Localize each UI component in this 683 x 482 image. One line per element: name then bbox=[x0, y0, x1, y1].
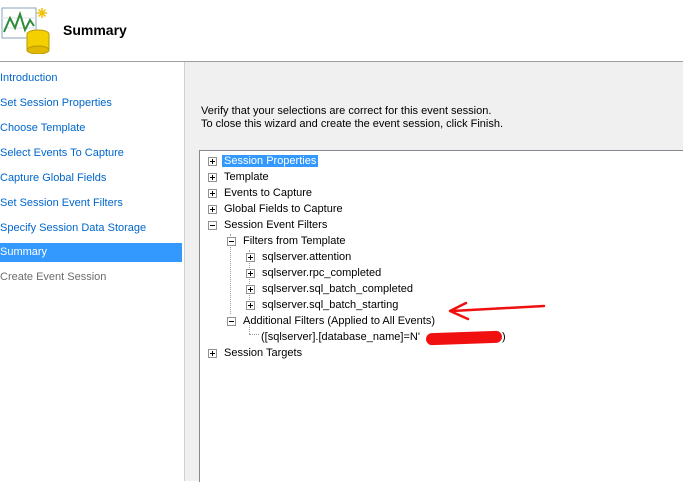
tree-node-global-fields[interactable]: Global Fields to Capture bbox=[208, 201, 343, 217]
main-panel: Verify that your selections are correct … bbox=[185, 62, 683, 482]
tree-node-filter-attention[interactable]: sqlserver.attention bbox=[246, 249, 351, 265]
tree-node-events-to-capture[interactable]: Events to Capture bbox=[208, 185, 312, 201]
nav-item-capture-global-fields[interactable]: Capture Global Fields bbox=[0, 169, 182, 188]
collapse-icon[interactable] bbox=[227, 237, 236, 246]
expand-icon[interactable] bbox=[246, 301, 255, 310]
page-title: Summary bbox=[63, 22, 127, 38]
collapse-icon[interactable] bbox=[227, 317, 236, 326]
expand-icon[interactable] bbox=[208, 189, 217, 198]
nav-item-create-event-session: Create Event Session bbox=[0, 271, 107, 283]
intro-line-2: To close this wizard and create the even… bbox=[201, 118, 504, 130]
expand-icon[interactable] bbox=[246, 269, 255, 278]
summary-tree[interactable]: Session Properties Template Events to Ca… bbox=[199, 150, 683, 482]
expand-icon[interactable] bbox=[246, 253, 255, 262]
nav-item-choose-template[interactable]: Choose Template bbox=[0, 119, 182, 138]
intro-text: Verify that your selections are correct … bbox=[201, 105, 503, 131]
expand-icon[interactable] bbox=[208, 157, 217, 166]
tree-node-filter-sql-batch-starting[interactable]: sqlserver.sql_batch_starting bbox=[246, 297, 398, 313]
nav-item-data-storage[interactable]: Specify Session Data Storage bbox=[0, 219, 182, 238]
collapse-icon[interactable] bbox=[208, 221, 217, 230]
performance-database-icon bbox=[1, 7, 50, 54]
tree-node-session-targets[interactable]: Session Targets bbox=[208, 345, 302, 361]
nav-item-select-events[interactable]: Select Events To Capture bbox=[0, 144, 182, 163]
tree-connector bbox=[249, 334, 259, 335]
nav-item-set-event-filters[interactable]: Set Session Event Filters bbox=[0, 194, 182, 213]
expand-icon[interactable] bbox=[208, 205, 217, 214]
wizard-nav: Introduction Set Session Properties Choo… bbox=[0, 62, 185, 481]
annotation-arrow-icon bbox=[448, 301, 546, 321]
expand-icon[interactable] bbox=[208, 173, 217, 182]
tree-node-session-event-filters[interactable]: Session Event Filters bbox=[208, 217, 327, 233]
expand-icon[interactable] bbox=[246, 285, 255, 294]
tree-node-additional-filters[interactable]: Additional Filters (Applied to All Event… bbox=[227, 313, 435, 329]
tree-node-filters-from-template[interactable]: Filters from Template bbox=[227, 233, 346, 249]
tree-node-template[interactable]: Template bbox=[208, 169, 269, 185]
nav-item-summary[interactable]: Summary bbox=[0, 243, 182, 262]
nav-item-set-session-properties[interactable]: Set Session Properties bbox=[0, 94, 182, 113]
wizard-header: Summary bbox=[0, 0, 683, 62]
tree-node-session-properties[interactable]: Session Properties bbox=[208, 153, 319, 169]
tree-node-filter-sql-batch-completed[interactable]: sqlserver.sql_batch_completed bbox=[246, 281, 413, 297]
intro-line-1: Verify that your selections are correct … bbox=[201, 105, 492, 117]
tree-node-filter-rpc-completed[interactable]: sqlserver.rpc_completed bbox=[246, 265, 381, 281]
nav-item-introduction[interactable]: Introduction bbox=[0, 69, 182, 88]
expand-icon[interactable] bbox=[208, 349, 217, 358]
